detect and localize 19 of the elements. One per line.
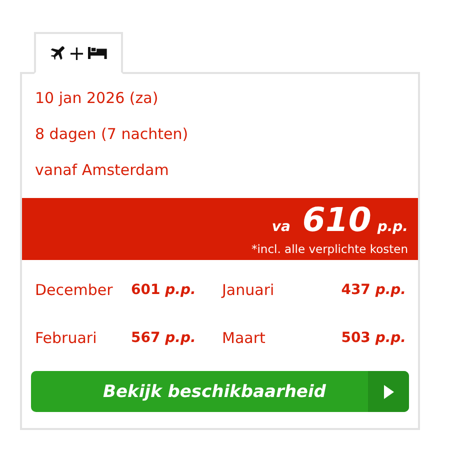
trip-detail: 10 jan 2026 (za) — [35, 88, 160, 108]
trip-detail: 8 dagen (7 nachten) — [35, 124, 190, 144]
month-name: December — [35, 280, 114, 300]
month-name: Januari — [222, 280, 276, 300]
price-amount: 610 — [302, 202, 372, 238]
month-name: Maart — [222, 328, 266, 348]
month-price: 567 p.p. — [131, 329, 197, 348]
month-price: 437 p.p. — [340, 281, 406, 300]
price-unit: p.p. — [377, 219, 408, 235]
airplane-icon — [50, 44, 66, 62]
month-price: 601 p.p. — [131, 281, 197, 300]
bed-icon — [88, 46, 107, 60]
tab[interactable]: + — [34, 32, 123, 74]
price-note: *incl. alle verplichte kosten — [251, 242, 408, 256]
play-icon — [384, 384, 394, 398]
price-prefix: va — [272, 219, 290, 235]
trip-detail: vanaf Amsterdam — [35, 160, 170, 180]
month-price: 503 p.p. — [340, 329, 406, 348]
month-name: Februari — [35, 328, 98, 348]
